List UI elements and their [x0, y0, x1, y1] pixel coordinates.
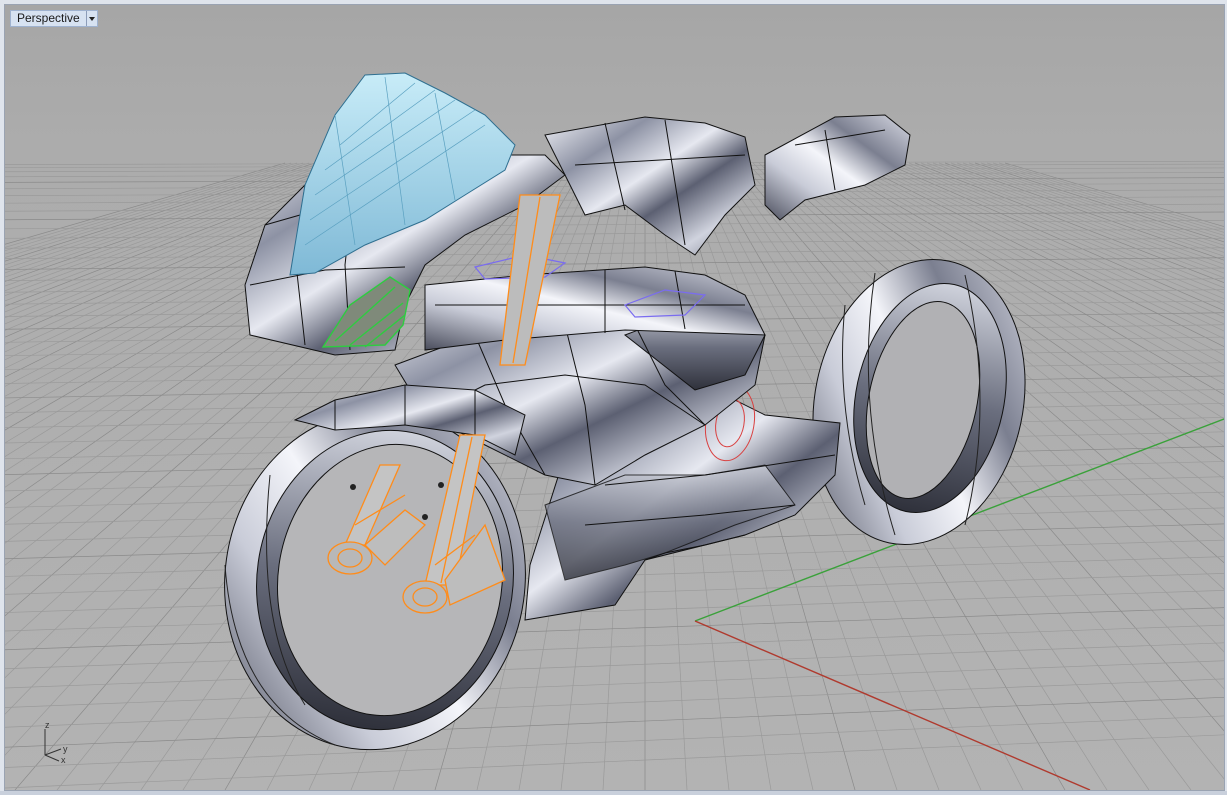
viewport-canvas[interactable] — [5, 5, 1224, 790]
axis-label-y: y — [63, 744, 68, 754]
viewport-tabs-strip — [0, 791, 1227, 795]
axis-label-z: z — [45, 720, 50, 730]
app-frame: Perspective z y x — [0, 0, 1227, 795]
axis-gizmo: z y x — [39, 721, 79, 767]
axis-label-x: x — [61, 755, 66, 765]
perspective-viewport[interactable]: Perspective z y x — [4, 4, 1225, 791]
viewport-title-label[interactable]: Perspective — [11, 11, 86, 26]
viewport-title-tab[interactable]: Perspective — [10, 10, 98, 27]
chevron-down-icon[interactable] — [85, 11, 97, 26]
